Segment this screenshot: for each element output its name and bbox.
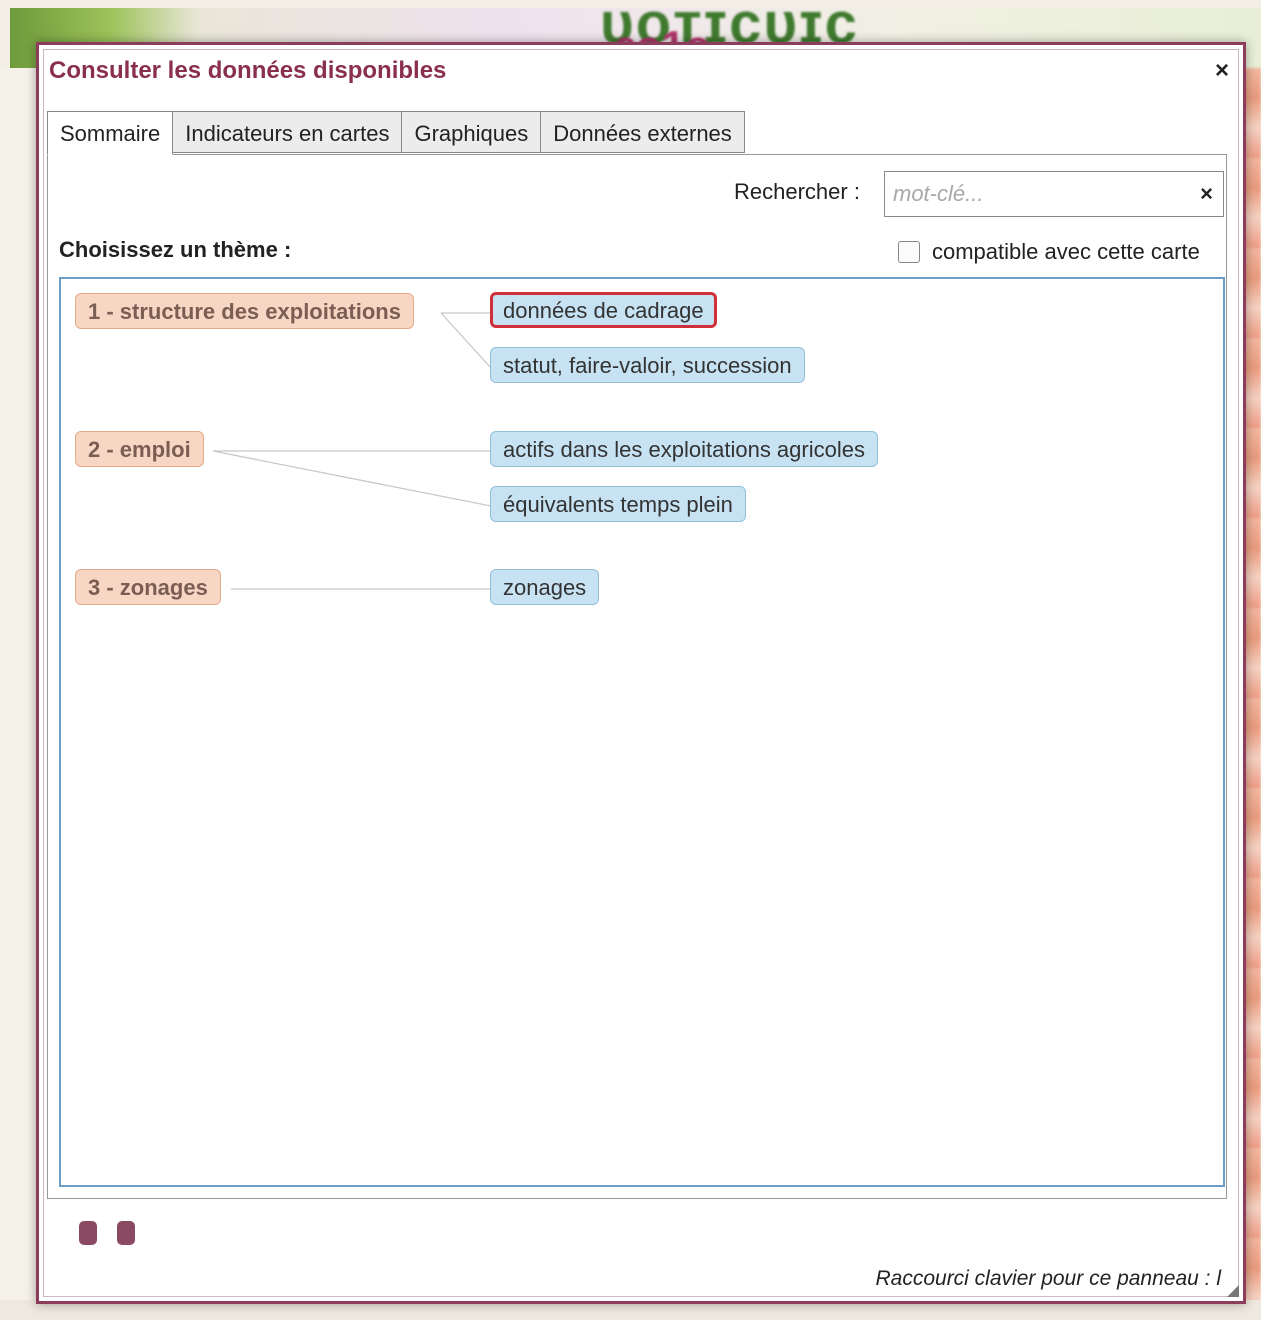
tab-sommaire[interactable]: Sommaire — [47, 111, 174, 155]
compat-label: compatible avec cette carte — [932, 239, 1200, 264]
compat-checkbox[interactable] — [898, 241, 920, 263]
theme-heading: Choisissez un thème : — [59, 237, 292, 262]
theme-node[interactable]: 3 - zonages — [75, 569, 221, 605]
panel-nav — [79, 1221, 155, 1245]
data-dialog: Consulter les données disponibles × Somm… — [36, 42, 1246, 1304]
clear-search-icon[interactable]: × — [1200, 181, 1213, 207]
compat-filter[interactable]: compatible avec cette carte — [898, 239, 1200, 265]
resize-grip-icon[interactable] — [1227, 1285, 1239, 1297]
close-icon[interactable]: × — [1215, 57, 1229, 85]
search-box: × — [884, 171, 1224, 217]
subtheme-node-selected[interactable]: données de cadrage — [490, 292, 717, 328]
nav-prev-button[interactable] — [79, 1221, 97, 1245]
search-label: Rechercher : — [734, 179, 860, 204]
tab-bar: Sommaire Indicateurs en cartes Graphique… — [47, 111, 745, 155]
subtheme-node[interactable]: équivalents temps plein — [490, 486, 746, 522]
connector-line — [212, 450, 492, 507]
tab-indicateurs-en-cartes[interactable]: Indicateurs en cartes — [172, 111, 403, 153]
tab-graphiques[interactable]: Graphiques — [401, 111, 542, 153]
shortcut-hint: Raccourci clavier pour ce panneau : l — [875, 1267, 1221, 1290]
tree-connectors — [212, 312, 492, 590]
connector-line — [440, 312, 492, 369]
nav-next-button[interactable] — [117, 1221, 135, 1245]
dialog-title: Consulter les données disponibles — [49, 57, 447, 84]
subtheme-node[interactable]: zonages — [490, 569, 600, 605]
theme-node[interactable]: 1 - structure des exploitations — [75, 293, 414, 329]
theme-tree: 1 - structure des exploitations données … — [59, 277, 1225, 1187]
theme-node[interactable]: 2 - emploi — [75, 431, 204, 467]
subtheme-node[interactable]: actifs dans les exploitations agricoles — [490, 431, 878, 467]
background-left-column — [0, 68, 40, 1320]
subtheme-node[interactable]: statut, faire-valoir, succession — [490, 347, 805, 383]
tab-donnees-externes[interactable]: Données externes — [540, 111, 745, 153]
search-input[interactable] — [885, 172, 1191, 216]
sommaire-panel: Rechercher : × Choisissez un thème : com… — [47, 154, 1227, 1199]
